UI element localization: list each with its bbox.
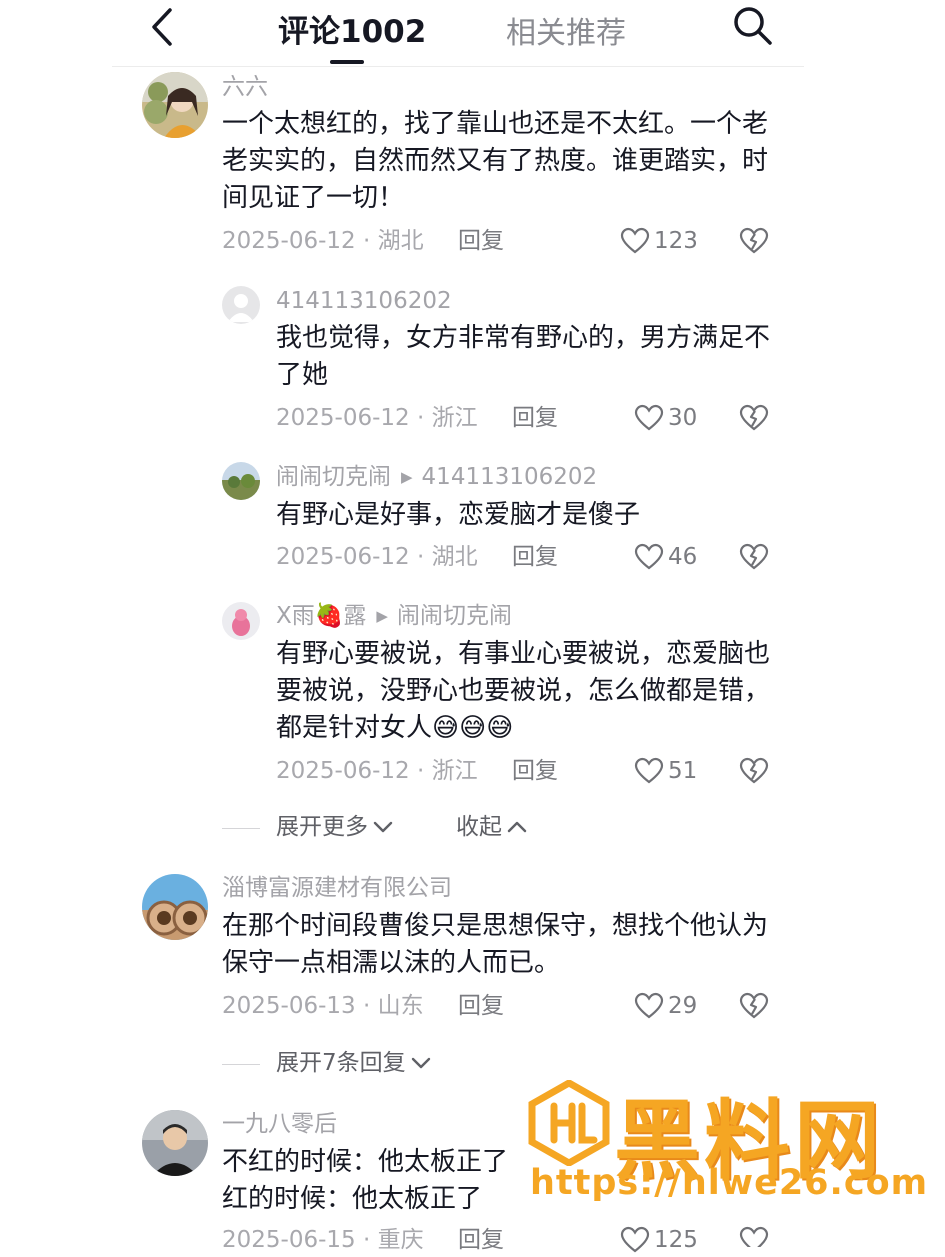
- avatar[interactable]: [142, 874, 208, 940]
- comment-date-location: 2025-06-12 · 湖北: [222, 228, 424, 254]
- header-divider: [112, 66, 804, 67]
- chevron-down-icon: [411, 1057, 430, 1069]
- thread-divider: [222, 1064, 260, 1065]
- avatar[interactable]: [222, 462, 260, 500]
- heart-icon: [634, 404, 664, 431]
- dislike-button[interactable]: [738, 991, 770, 1023]
- comment-text: 一个太想红的，找了靠山也还是不太红。一个老老实实的，自然而然又有了热度。谁更踏实…: [222, 109, 769, 213]
- like-button[interactable]: 29: [634, 991, 697, 1021]
- heart-icon: [634, 757, 664, 784]
- comment-date-location: 2025-06-15 · 重庆: [222, 1227, 424, 1253]
- dislike-button[interactable]: [738, 226, 770, 258]
- heart-icon: [634, 992, 664, 1019]
- like-button[interactable]: 123: [620, 226, 698, 256]
- reply-to-username[interactable]: 414113106202: [422, 464, 598, 490]
- comment-text: 在那个时间段曹俊只是思想保守，想找个他认为保守一点相濡以沫的人而已。: [222, 911, 769, 978]
- search-icon: [734, 7, 772, 45]
- comment-username-line: 闹闹切克闹 ▶ 414113106202: [276, 462, 597, 494]
- like-count: 51: [668, 758, 698, 784]
- collapse-button[interactable]: 收起: [456, 812, 528, 842]
- heart-icon: [620, 1226, 650, 1253]
- search-button[interactable]: [730, 4, 776, 48]
- collapse-label: 收起: [456, 814, 502, 840]
- reply-button[interactable]: 回复: [512, 403, 558, 433]
- dislike-heart-icon: [739, 1226, 769, 1253]
- dislike-heart-icon: [739, 757, 769, 784]
- comment-text-line: 不红的时候：他太板正了: [222, 1147, 509, 1177]
- reply-arrow-icon: ▶: [376, 607, 388, 625]
- like-count: 29: [668, 993, 698, 1019]
- back-arrow-icon: [152, 8, 172, 46]
- comment-username[interactable]: 六六: [222, 72, 268, 102]
- comment-text: 有野心要被说，有事业心要被说，恋爱脑也要被说，没野心也要被说，怎么做都是错，都是…: [276, 639, 771, 743]
- watermark-logo: [526, 1078, 612, 1168]
- comment-username[interactable]: 414113106202: [276, 286, 452, 316]
- avatar[interactable]: [222, 602, 260, 640]
- reply-button[interactable]: 回复: [512, 542, 558, 572]
- active-tab-indicator: [330, 60, 364, 64]
- comment-date-location: 2025-06-12 · 浙江: [276, 405, 478, 431]
- comment-text-line: 红的时候：他太板正了: [222, 1184, 483, 1214]
- comment-date-location: 2025-06-12 · 浙江: [276, 758, 478, 784]
- tab-comments[interactable]: 评论1002: [278, 6, 426, 51]
- like-button[interactable]: 51: [634, 756, 697, 786]
- expand-replies-button[interactable]: 展开7条回复: [276, 1048, 432, 1078]
- chevron-down-icon: [373, 821, 393, 833]
- chevron-up-icon: [507, 821, 527, 833]
- like-count: 125: [654, 1227, 698, 1253]
- comment-username[interactable]: 淄博富源建材有限公司: [222, 873, 452, 903]
- comment-text: 有野心是好事，恋爱脑才是傻子: [276, 500, 641, 530]
- comment-username-line: X雨🍓露 ▶ 闹闹切克闹: [276, 601, 512, 633]
- dislike-heart-icon: [739, 543, 769, 570]
- reply-arrow-icon: ▶: [401, 468, 413, 486]
- avatar[interactable]: [222, 286, 260, 324]
- avatar[interactable]: [142, 72, 208, 138]
- back-button[interactable]: [146, 6, 186, 48]
- like-button[interactable]: 125: [620, 1225, 698, 1255]
- dislike-button[interactable]: [738, 542, 770, 574]
- like-count: 30: [668, 405, 698, 431]
- dislike-button[interactable]: [738, 1225, 770, 1257]
- comment-username[interactable]: X雨🍓露: [276, 603, 366, 629]
- reply-button[interactable]: 回复: [458, 226, 504, 256]
- comment-username[interactable]: 闹闹切克闹: [276, 464, 391, 490]
- like-count: 123: [654, 228, 698, 254]
- reply-button[interactable]: 回复: [458, 1225, 504, 1255]
- expand-replies-label: 展开7条回复: [276, 1050, 406, 1076]
- expand-more-button[interactable]: 展开更多: [276, 812, 394, 842]
- comment-date-location: 2025-06-12 · 湖北: [276, 544, 478, 570]
- dislike-heart-icon: [739, 404, 769, 431]
- comment-username[interactable]: 一九八零后: [222, 1109, 337, 1139]
- comment-text: 我也觉得，女方非常有野心的，男方满足不了她: [276, 323, 771, 390]
- like-count: 46: [668, 544, 698, 570]
- like-button[interactable]: 30: [634, 403, 697, 433]
- heart-icon: [620, 227, 650, 254]
- reply-to-username[interactable]: 闹闹切克闹: [397, 603, 512, 629]
- like-button[interactable]: 46: [634, 542, 697, 572]
- watermark-url: https://hlwe26.com: [530, 1163, 929, 1203]
- expand-more-label: 展开更多: [276, 814, 368, 840]
- tab-related[interactable]: 相关推荐: [506, 8, 626, 52]
- reply-button[interactable]: 回复: [512, 756, 558, 786]
- dislike-button[interactable]: [738, 756, 770, 788]
- thread-divider: [222, 828, 260, 829]
- dislike-button[interactable]: [738, 403, 770, 435]
- dislike-heart-icon: [739, 227, 769, 254]
- dislike-heart-icon: [739, 992, 769, 1019]
- avatar[interactable]: [142, 1110, 208, 1176]
- heart-icon: [634, 543, 664, 570]
- comment-date-location: 2025-06-13 · 山东: [222, 993, 424, 1019]
- reply-button[interactable]: 回复: [458, 991, 504, 1021]
